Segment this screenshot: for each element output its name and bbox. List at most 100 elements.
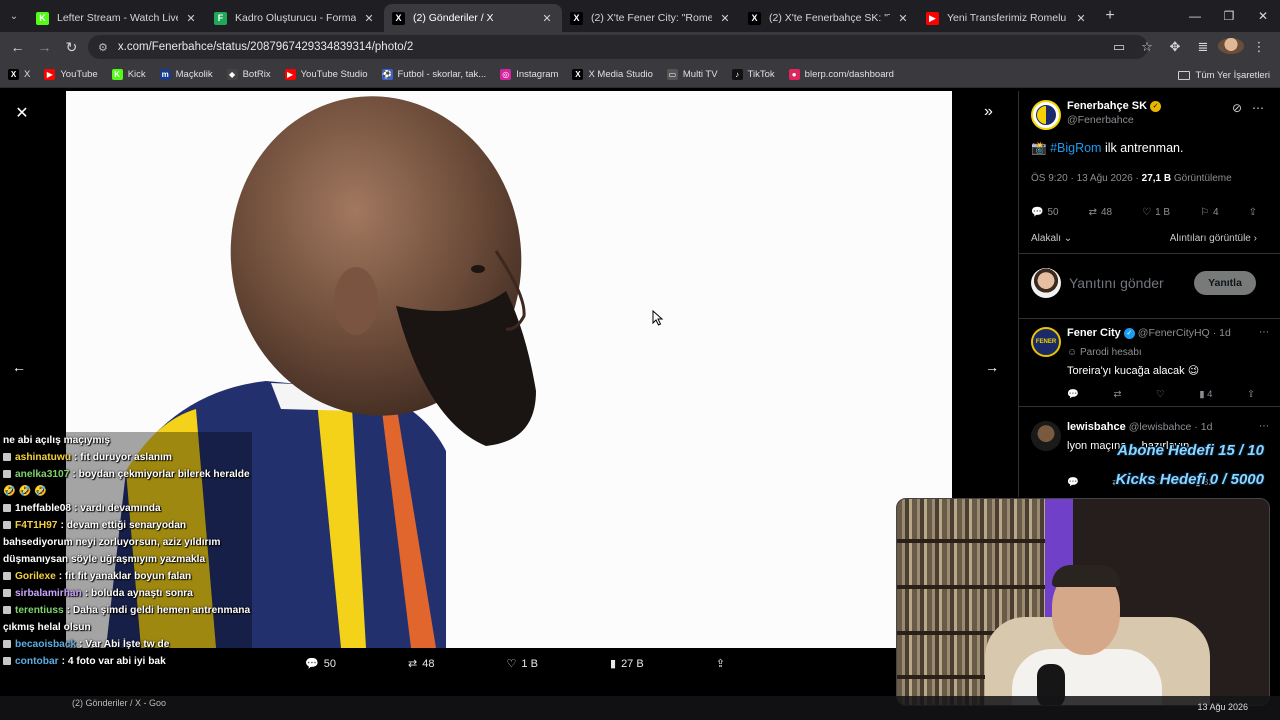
chat-text: : 4 foto var abi iyi bak (61, 656, 166, 667)
bookmark-item[interactable]: X X Media Studio (572, 69, 653, 80)
chat-username[interactable]: terentiuss (15, 605, 64, 616)
tweet-author[interactable]: Fenerbahçe SK ✓ @Fenerbahce (1031, 100, 1162, 130)
chat-username[interactable]: anelka3107 (15, 469, 69, 480)
bookmark-favicon-icon: ◆ (226, 69, 238, 80)
chat-badge-icon (3, 640, 11, 649)
chat-username[interactable]: 1neffable08 (15, 503, 71, 514)
chat-username[interactable]: Gorilexe (15, 571, 56, 582)
bookmark-item[interactable]: ● blerp.com/dashboard (788, 69, 894, 80)
chat-username[interactable]: F4T1H97 (15, 520, 57, 531)
tweet-like-button[interactable]: ♡ 1 B (1142, 207, 1170, 218)
reply-avatar[interactable]: FENER (1031, 327, 1061, 357)
bookmark-item[interactable]: XX (8, 69, 30, 80)
bookmark-item[interactable]: ♪ TikTok (731, 69, 775, 80)
reply-item[interactable]: FENER Fener City ✓ @FenerCityHQ · 1d ⋯ ☺ Pa… (1019, 327, 1280, 407)
address-bar[interactable]: ⚙ x.com/Fenerbahce/status/20879674293348… (88, 35, 1148, 59)
bookmark-item[interactable]: ⚽ Futbol - skorlar, tak... (381, 69, 486, 80)
author-handle[interactable]: @Fenerbahce (1067, 114, 1161, 126)
repost-icon[interactable]: ⇄ (1113, 389, 1121, 400)
back-icon[interactable]: ← (4, 39, 31, 55)
hashtag-link[interactable]: #BigRom (1050, 141, 1101, 155)
browser-tab[interactable]: F Kadro Oluşturucu - Formasyonl ✕ (206, 4, 384, 32)
views-button[interactable]: ▮ 27 B (610, 657, 644, 671)
previous-photo-icon[interactable]: ← (12, 359, 26, 375)
cast-icon[interactable]: ▭ (1106, 39, 1132, 55)
tweet-share-button[interactable]: ⇪ (1249, 207, 1257, 218)
parody-mask-icon: ☺ (1067, 347, 1078, 358)
tweet-repost-button[interactable]: ⇄ 48 (1089, 207, 1113, 218)
reply-icon[interactable]: 💬 (1067, 477, 1079, 488)
bookmark-star-icon[interactable]: ☆ (1134, 39, 1160, 55)
tab-close-icon[interactable]: ✕ (184, 12, 198, 25)
repost-icon: ⇄ (408, 658, 418, 670)
browser-tab[interactable]: K Lefter Stream - Watch Live on K ✕ (28, 4, 206, 32)
share-icon[interactable]: ⇪ (1247, 389, 1255, 400)
restore-icon[interactable]: ❐ (1212, 0, 1246, 32)
chat-username[interactable]: ashinatuwu (15, 452, 71, 463)
taskbar-item[interactable]: (2) Gönderiler / X - Goo (72, 698, 166, 708)
forward-icon[interactable]: → (31, 39, 58, 55)
tab-search-icon[interactable]: ⌄ (0, 0, 28, 32)
toolbar: ← → ↻ ⚙ x.com/Fenerbahce/status/20879674… (0, 32, 1280, 62)
tab-close-icon[interactable]: ✕ (718, 12, 732, 25)
bookmark-item[interactable]: ▶ YouTube (44, 69, 98, 80)
tweet-reply-button[interactable]: 💬 50 (1031, 207, 1059, 218)
tab-close-icon[interactable]: ✕ (1074, 12, 1088, 25)
extensions-icon[interactable]: ✥ (1162, 39, 1188, 55)
menu-icon[interactable]: ⋮ (1246, 39, 1272, 55)
browser-tab[interactable]: ▶ Yeni Transferimiz Romelu Lukak ✕ (918, 4, 1096, 32)
grok-icon[interactable]: ⊘ (1232, 101, 1242, 115)
collapse-panel-icon[interactable]: » (984, 103, 993, 121)
heart-icon[interactable]: ♡ (1156, 389, 1165, 400)
reply-submit-button[interactable]: Yanıtla (1194, 271, 1256, 295)
profile-avatar[interactable] (1218, 37, 1244, 57)
chat-text: ne abi açılış maçıymış (3, 435, 111, 446)
browser-tab[interactable]: X (2) Gönderiler / X ✕ (384, 4, 562, 32)
reply-icon: 💬 (1031, 207, 1044, 218)
tab-close-icon[interactable]: ✕ (540, 12, 554, 25)
tweet-text: 📸 #BigRom ilk antrenman. (1031, 141, 1184, 155)
minimize-icon[interactable]: — (1178, 0, 1212, 32)
reply-avatar[interactable] (1031, 421, 1061, 451)
site-info-icon[interactable]: ⚙ (98, 41, 108, 54)
bookmark-item[interactable]: ◆ BotRix (226, 69, 271, 80)
bookmark-item[interactable]: ▭ Multi TV (666, 69, 718, 80)
bookmark-item[interactable]: ▶ YouTube Studio (284, 69, 368, 80)
bookmark-item[interactable]: K Kick (111, 69, 146, 80)
author-name[interactable]: Fenerbahçe SK (1067, 100, 1147, 112)
all-bookmarks[interactable]: Tüm Yer İşaretleri (1177, 62, 1270, 88)
reply-icon[interactable]: 💬 (1067, 389, 1079, 400)
url-text: x.com/Fenerbahce/status/2087967429334839… (117, 41, 414, 53)
browser-tab[interactable]: X (2) X'te Fenerbahçe SK: "Teşekk ✕ (740, 4, 918, 32)
reload-icon[interactable]: ↻ (58, 39, 85, 56)
tab-close-icon[interactable]: ✕ (362, 12, 376, 25)
view-quotes-link[interactable]: Alıntıları görüntüle › (1170, 233, 1257, 244)
media-control-icon[interactable]: ≣ (1190, 39, 1216, 55)
window-close-icon[interactable]: ✕ (1246, 0, 1280, 32)
browser-tab[interactable]: X (2) X'te Fener City: "Romelu Göl ✕ (562, 4, 740, 32)
tweet-bookmark-button[interactable]: ⚐ 4 (1200, 207, 1219, 218)
more-options-icon[interactable]: ⋯ (1252, 101, 1264, 115)
chat-username[interactable]: becaoisback (15, 639, 76, 650)
share-button[interactable]: ⇪ (716, 657, 725, 670)
repost-button[interactable]: ⇄ 48 (408, 657, 434, 671)
bookmark-label: YouTube (60, 69, 98, 80)
chat-message: ashinatuwu: fit duruyor aslanım (3, 449, 252, 466)
bookmark-item[interactable]: m Maçkolik (159, 69, 213, 80)
new-tab-button[interactable]: + (1096, 7, 1124, 25)
sort-relevant-dropdown[interactable]: Alakalı ⌄ (1031, 233, 1072, 244)
bookmark-favicon-icon: ▶ (44, 69, 56, 80)
reply-input[interactable]: Yanıtını gönder (1069, 275, 1164, 291)
more-options-icon[interactable]: ⋯ (1259, 327, 1269, 338)
chat-username[interactable]: sirbalamirhan (15, 588, 82, 599)
reply-button[interactable]: 💬 50 (305, 657, 336, 671)
tab-close-icon[interactable]: ✕ (896, 12, 910, 25)
chat-username[interactable]: contobar (15, 656, 59, 667)
close-viewer-icon[interactable]: ✕ (12, 103, 32, 123)
like-button[interactable]: ♡ 1 B (507, 657, 538, 671)
author-avatar[interactable] (1031, 100, 1061, 130)
bookmark-item[interactable]: ◎ Instagram (500, 69, 558, 80)
analytics-icon[interactable]: ▮ 4 (1199, 389, 1212, 400)
more-options-icon[interactable]: ⋯ (1259, 421, 1269, 432)
next-photo-icon[interactable]: → (985, 359, 999, 375)
